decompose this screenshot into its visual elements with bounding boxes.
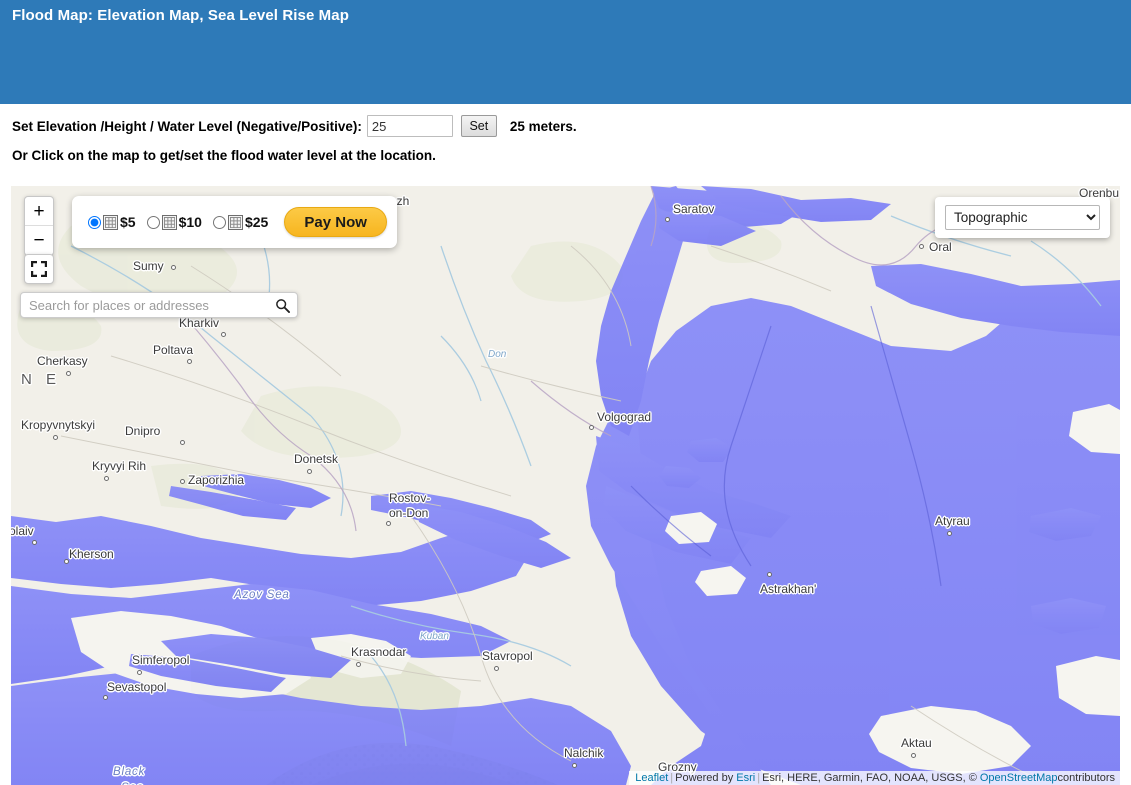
attribution-contributors: contributors bbox=[1057, 772, 1115, 784]
attribution-separator: | bbox=[670, 772, 674, 784]
openstreetmap-link[interactable]: OpenStreetMap bbox=[980, 772, 1058, 784]
elevation-row: Set Elevation /Height / Water Level (Neg… bbox=[12, 115, 577, 137]
leaflet-link[interactable]: Leaflet bbox=[635, 772, 668, 784]
pay-radio-5[interactable] bbox=[88, 215, 101, 229]
pay-now-button[interactable]: Pay Now bbox=[284, 207, 387, 237]
zoom-out-button[interactable]: − bbox=[25, 226, 53, 255]
elevation-label: Set Elevation /Height / Water Level (Neg… bbox=[12, 118, 362, 134]
zoom-control: + − bbox=[24, 196, 54, 256]
attribution-separator: | bbox=[757, 772, 761, 784]
app-header: Flood Map: Elevation Map, Sea Level Rise… bbox=[0, 0, 1131, 104]
pay-option-25[interactable]: $25 bbox=[212, 214, 269, 230]
pay-radio-25[interactable] bbox=[212, 215, 226, 229]
search-control[interactable] bbox=[20, 292, 298, 318]
broken-image-icon bbox=[103, 214, 118, 230]
map-attribution: Leaflet | Powered by Esri | Esri, HERE, Garm… bbox=[629, 771, 1120, 785]
powered-by-text: Powered by bbox=[675, 772, 734, 784]
map-click-hint: Or Click on the map to get/set the flood… bbox=[12, 148, 436, 163]
basemap-select[interactable]: TopographicStreetsImageryGrayOceansNatio… bbox=[945, 205, 1100, 230]
map-tiles bbox=[11, 186, 1120, 785]
pay-option-10[interactable]: $10 bbox=[146, 214, 202, 230]
set-button[interactable]: Set bbox=[460, 115, 497, 137]
attribution-sources: Esri, HERE, Garmin, FAO, NOAA, USGS, © bbox=[762, 772, 977, 784]
esri-link[interactable]: Esri bbox=[736, 772, 755, 784]
fullscreen-icon bbox=[31, 261, 47, 277]
fullscreen-button[interactable] bbox=[24, 254, 54, 284]
pay-radio-10[interactable] bbox=[146, 215, 160, 229]
search-icon bbox=[275, 298, 290, 313]
pay-amount-label: $5 bbox=[120, 214, 136, 230]
elevation-controls-bar: Set Elevation /Height / Water Level (Neg… bbox=[0, 104, 1131, 184]
flood-map[interactable]: Sumy Kharkiv Poltava Cherkasy Kropyvnytskyi D… bbox=[11, 186, 1120, 785]
zoom-in-button[interactable]: + bbox=[25, 197, 53, 226]
pay-amount-label: $25 bbox=[244, 214, 269, 230]
payment-widget: $5 $10 $25 Pay Now bbox=[72, 196, 397, 248]
search-input[interactable] bbox=[21, 293, 267, 317]
pay-option-5[interactable]: $5 bbox=[88, 214, 136, 230]
broken-image-icon bbox=[161, 214, 177, 230]
search-button[interactable] bbox=[267, 293, 297, 317]
broken-image-icon bbox=[227, 214, 243, 230]
elevation-input[interactable] bbox=[366, 115, 453, 137]
meters-readout: 25 meters. bbox=[509, 118, 577, 134]
page-title: Flood Map: Elevation Map, Sea Level Rise… bbox=[12, 7, 349, 24]
basemap-control: TopographicStreetsImageryGrayOceansNatio… bbox=[935, 197, 1110, 238]
pay-amount-label: $10 bbox=[178, 214, 202, 230]
